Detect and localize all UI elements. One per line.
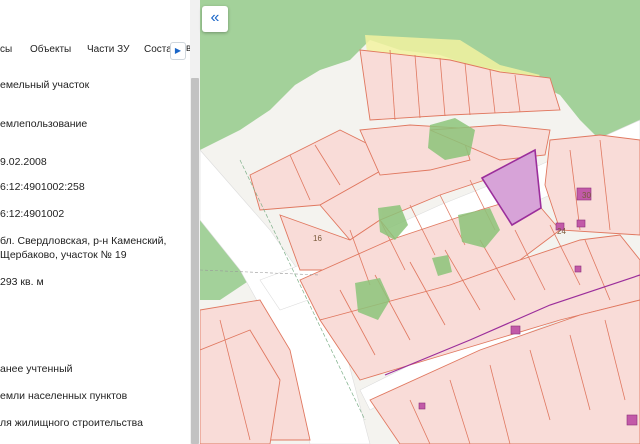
info-value-type: емельный участок <box>0 79 90 91</box>
parcel-label-24: 24 <box>557 227 566 236</box>
panel-scrollbar-thumb[interactable] <box>191 78 199 444</box>
tabs-scroll-right-button[interactable]: ▶ <box>170 42 186 60</box>
info-value-permitted-use: ля жилищного строительства <box>0 417 143 429</box>
info-value-cadastral-number[interactable]: 6:12:4901002:258 <box>0 181 85 193</box>
info-list: емельный участок емлепользование 9.02.20… <box>0 0 190 444</box>
parcel-label-16: 16 <box>313 234 322 243</box>
triangle-right-icon: ▶ <box>174 46 182 55</box>
info-value-area: 293 кв. м <box>0 276 44 288</box>
info-value-land-category: емли населенных пунктов <box>0 390 128 402</box>
info-value-date: 9.02.2008 <box>0 156 47 168</box>
info-value-status: анее учтенный <box>0 363 73 375</box>
cadastral-map[interactable]: 16 30 24 <box>200 0 640 444</box>
parcel-label-30: 30 <box>582 191 591 200</box>
info-value-address-line1: бл. Свердловская, р-н Каменский, <box>0 235 167 247</box>
info-value-cadastral-quarter[interactable]: 6:12:4901002 <box>0 208 64 220</box>
double-chevron-left-icon: « <box>210 9 220 26</box>
collapse-panel-button[interactable]: « <box>202 6 228 32</box>
info-value-subtype: емлепользование <box>0 118 88 130</box>
map-canvas[interactable]: 16 30 24 <box>200 0 640 444</box>
info-panel: сы Объекты Части ЗУ Соста ▶ в емельный у… <box>0 0 200 444</box>
info-value-address-line2: Щербаково, участок № 19 <box>0 249 127 261</box>
